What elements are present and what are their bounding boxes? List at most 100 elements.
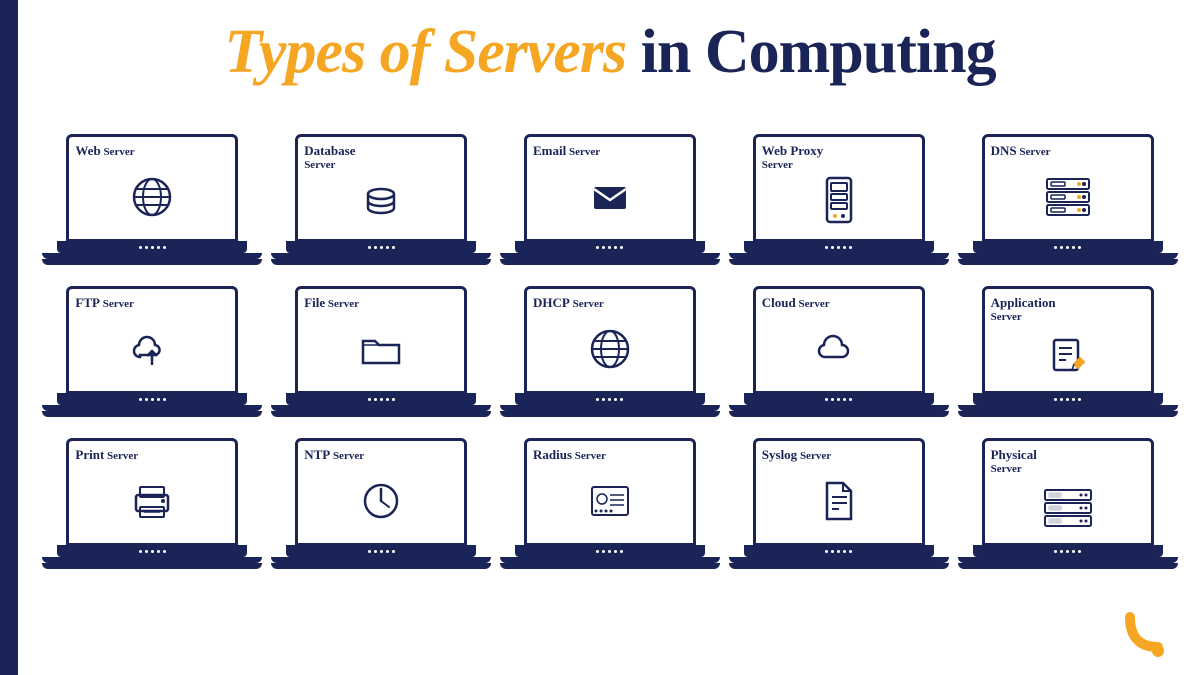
ntp-server-screen: NTP Server: [295, 438, 467, 546]
print-server-feet: [42, 563, 262, 569]
radius-server-feet: [500, 563, 720, 569]
cloud-server-card: Cloud Server: [726, 282, 951, 426]
web-server-icon: [130, 159, 174, 235]
webproxy-server-screen: Web ProxyServer: [753, 134, 925, 242]
physical-server-label: PhysicalServer: [991, 447, 1145, 476]
application-server-base: [973, 393, 1163, 405]
database-server-screen: DatabaseServer: [295, 134, 467, 242]
physical-server-laptop: PhysicalServer: [968, 438, 1168, 578]
print-server-label: Print Server: [75, 447, 229, 463]
physical-server-screen: PhysicalServer: [982, 438, 1154, 546]
file-server-feet: [271, 411, 491, 417]
syslog-server-screen: Syslog Server: [753, 438, 925, 546]
cloud-server-laptop: Cloud Server: [739, 286, 939, 426]
email-server-laptop: Email Server: [510, 134, 710, 274]
file-server-laptop: File Server: [281, 286, 481, 426]
webproxy-server-feet: [729, 259, 949, 265]
database-server-feet: [271, 259, 491, 265]
physical-server-base: [973, 545, 1163, 557]
cloud-server-feet: [729, 411, 949, 417]
ftp-server-base: [57, 393, 247, 405]
syslog-server-feet: [729, 563, 949, 569]
print-server-screen: Print Server: [66, 438, 238, 546]
application-server-laptop: ApplicationServer: [968, 286, 1168, 426]
dns-server-feet: [958, 259, 1178, 265]
application-server-icon: [1046, 324, 1090, 387]
database-server-laptop: DatabaseServer: [281, 134, 481, 274]
brand-logo: [1120, 609, 1170, 659]
radius-server-label: Radius Server: [533, 447, 687, 463]
ftp-server-laptop: FTP Server: [52, 286, 252, 426]
ntp-server-feet: [271, 563, 491, 569]
server-grid: Web Server DatabaseServ: [30, 130, 1190, 578]
cloud-server-screen: Cloud Server: [753, 286, 925, 394]
ftp-server-screen: FTP Server: [66, 286, 238, 394]
syslog-server-laptop: Syslog Server: [739, 438, 939, 578]
radius-server-screen: Radius Server: [524, 438, 696, 546]
dns-server-screen: DNS Server: [982, 134, 1154, 242]
file-server-base: [286, 393, 476, 405]
ntp-server-card: NTP Server: [269, 434, 494, 578]
dhcp-server-label: DHCP Server: [533, 295, 687, 311]
file-server-screen: File Server: [295, 286, 467, 394]
application-server-screen: ApplicationServer: [982, 286, 1154, 394]
dhcp-server-card: DHCP Server: [498, 282, 723, 426]
database-server-icon: [359, 172, 403, 235]
dns-server-icon: [1043, 159, 1093, 235]
title-area: Types of Servers in Computing: [40, 18, 1180, 86]
title-part1: Types of Servers: [224, 18, 626, 86]
ntp-server-laptop: NTP Server: [281, 438, 481, 578]
webproxy-server-card: Web ProxyServer: [726, 130, 951, 274]
webproxy-server-label: Web ProxyServer: [762, 143, 916, 172]
physical-server-icon: [1043, 476, 1093, 539]
email-server-base: [515, 241, 705, 253]
ftp-server-feet: [42, 411, 262, 417]
dhcp-server-laptop: DHCP Server: [510, 286, 710, 426]
title-part2: in Computing: [626, 18, 995, 86]
dhcp-server-base: [515, 393, 705, 405]
file-server-label: File Server: [304, 295, 458, 311]
radius-server-card: Radius Server: [498, 434, 723, 578]
dhcp-server-feet: [500, 411, 720, 417]
email-server-screen: Email Server: [524, 134, 696, 242]
ftp-server-label: FTP Server: [75, 295, 229, 311]
database-server-label: DatabaseServer: [304, 143, 458, 172]
syslog-server-card: Syslog Server: [726, 434, 951, 578]
database-server-card: DatabaseServer: [269, 130, 494, 274]
web-server-feet: [42, 259, 262, 265]
webproxy-server-base: [744, 241, 934, 253]
web-server-card: Web Server: [40, 130, 265, 274]
application-server-card: ApplicationServer: [955, 282, 1180, 426]
file-server-icon: [359, 311, 403, 387]
dns-server-base: [973, 241, 1163, 253]
syslog-server-base: [744, 545, 934, 557]
ftp-server-card: FTP Server: [40, 282, 265, 426]
email-server-feet: [500, 259, 720, 265]
web-server-laptop: Web Server: [52, 134, 252, 274]
radius-server-base: [515, 545, 705, 557]
file-server-card: File Server: [269, 282, 494, 426]
web-server-base: [57, 241, 247, 253]
ntp-server-base: [286, 545, 476, 557]
ftp-server-icon: [130, 311, 174, 387]
ntp-server-icon: [359, 463, 403, 539]
ntp-server-label: NTP Server: [304, 447, 458, 463]
application-server-feet: [958, 411, 1178, 417]
physical-server-card: PhysicalServer: [955, 434, 1180, 578]
print-server-laptop: Print Server: [52, 438, 252, 578]
syslog-server-icon: [817, 463, 861, 539]
dhcp-server-screen: DHCP Server: [524, 286, 696, 394]
email-server-card: Email Server: [498, 130, 723, 274]
cloud-server-icon: [817, 311, 861, 387]
left-accent-bar: [0, 0, 18, 675]
print-server-card: Print Server: [40, 434, 265, 578]
database-server-base: [286, 241, 476, 253]
web-server-screen: Web Server: [66, 134, 238, 242]
webproxy-server-laptop: Web ProxyServer: [739, 134, 939, 274]
page-title: Types of Servers in Computing: [40, 18, 1180, 86]
dns-server-laptop: DNS Server: [968, 134, 1168, 274]
radius-server-laptop: Radius Server: [510, 438, 710, 578]
physical-server-feet: [958, 563, 1178, 569]
radius-server-icon: [588, 463, 632, 539]
cloud-server-base: [744, 393, 934, 405]
